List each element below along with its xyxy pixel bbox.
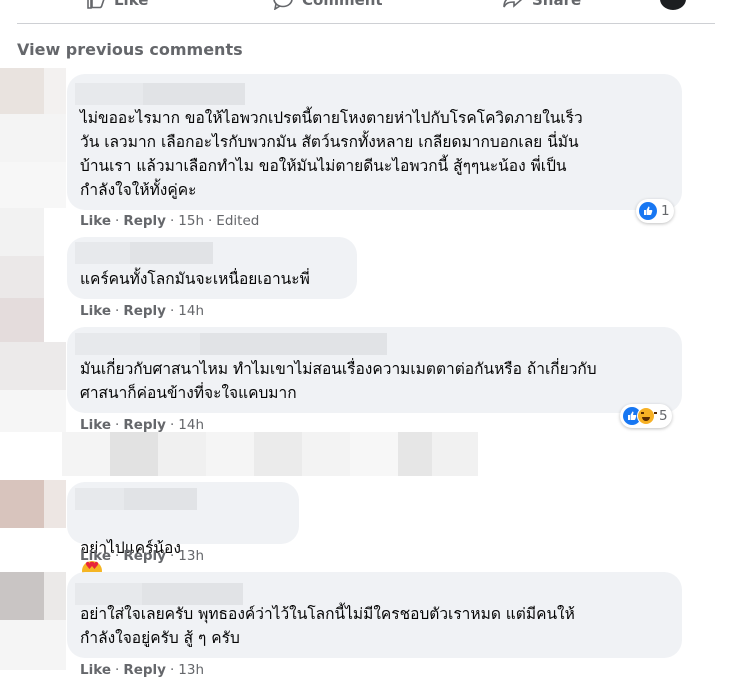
reaction-summary[interactable]: 1 [636, 199, 674, 223]
meta-separator: · [169, 417, 175, 433]
like-action-button[interactable]: Like [86, 0, 148, 10]
reaction-count: 1 [661, 203, 670, 219]
timestamp[interactable]: 15h [178, 213, 204, 229]
timestamp[interactable]: 14h [178, 417, 204, 433]
view-previous-comments-link[interactable]: View previous comments [17, 40, 243, 59]
comment-text: แคร์คนทั้งโลกมันจะเหนื่อยเอานะพี่ [80, 270, 310, 288]
comment-action-label: Comment [302, 0, 383, 9]
profile-selector-button[interactable]: ▼ [660, 0, 697, 10]
comment-bubble-icon [273, 0, 293, 10]
comment-meta: Like · Reply · 15h · Edited [80, 213, 259, 229]
timestamp[interactable]: 13h [178, 662, 204, 678]
meta-separator: · [169, 548, 175, 564]
meta-separator: · [208, 213, 213, 229]
comment-meta: Like · Reply · 14h [80, 303, 204, 319]
like-link[interactable]: Like [80, 662, 111, 678]
like-link[interactable]: Like [80, 417, 111, 433]
divider [17, 23, 715, 24]
meta-separator: · [169, 303, 175, 319]
like-link[interactable]: Like [80, 548, 111, 564]
meta-separator: · [115, 548, 120, 564]
meta-separator: · [169, 213, 175, 229]
comment-meta: Like · Reply · 13h [80, 548, 204, 564]
share-action-button[interactable]: Share [502, 0, 581, 10]
reaction-summary[interactable]: 5 [620, 404, 672, 428]
blurred-author-name [75, 83, 245, 105]
like-link[interactable]: Like [80, 213, 111, 229]
reaction-count: 5 [659, 408, 668, 424]
comment-meta: Like · Reply · 14h [80, 417, 204, 433]
blurred-author-name [75, 333, 387, 355]
comment-action-button[interactable]: Comment [272, 0, 383, 10]
comment-text: ไม่ขออะไรมาก ขอให้ไอพวกเปรตนี้ตายโหงตายห… [80, 109, 583, 199]
blurred-author-name [75, 242, 213, 264]
meta-separator: · [169, 662, 175, 678]
reply-link[interactable]: Reply [123, 417, 166, 433]
avatar [660, 0, 686, 10]
comment-meta: Like · Reply · 13h [80, 662, 204, 678]
reply-link[interactable]: Reply [123, 303, 166, 319]
haha-reaction-icon [637, 407, 657, 425]
chevron-down-icon: ▼ [690, 0, 697, 1]
blurred-author-name [75, 488, 197, 510]
comment-text: มันเกี่ยวกับศาสนาไหม ทำไมเขาไม่สอนเรื่อง… [80, 360, 597, 402]
share-action-label: Share [532, 0, 582, 9]
thumbs-up-icon [87, 0, 105, 9]
edited-label: Edited [216, 213, 260, 229]
like-action-label: Like [114, 0, 149, 9]
comment-text: อย่าใส่ใจเลยครับ พุทธองค์ว่าไว้ในโลกนี้ไ… [80, 605, 575, 647]
share-arrow-icon [503, 0, 523, 8]
timestamp[interactable]: 14h [178, 303, 204, 319]
like-link[interactable]: Like [80, 303, 111, 319]
meta-separator: · [115, 417, 120, 433]
meta-separator: · [115, 662, 120, 678]
meta-separator: · [115, 303, 120, 319]
timestamp[interactable]: 13h [178, 548, 204, 564]
reply-link[interactable]: Reply [123, 662, 166, 678]
post-action-bar: Like Comment Share ▼ [0, 0, 733, 24]
meta-separator: · [115, 213, 120, 229]
reply-link[interactable]: Reply [123, 213, 166, 229]
like-reaction-icon [639, 202, 657, 220]
reply-link[interactable]: Reply [123, 548, 166, 564]
